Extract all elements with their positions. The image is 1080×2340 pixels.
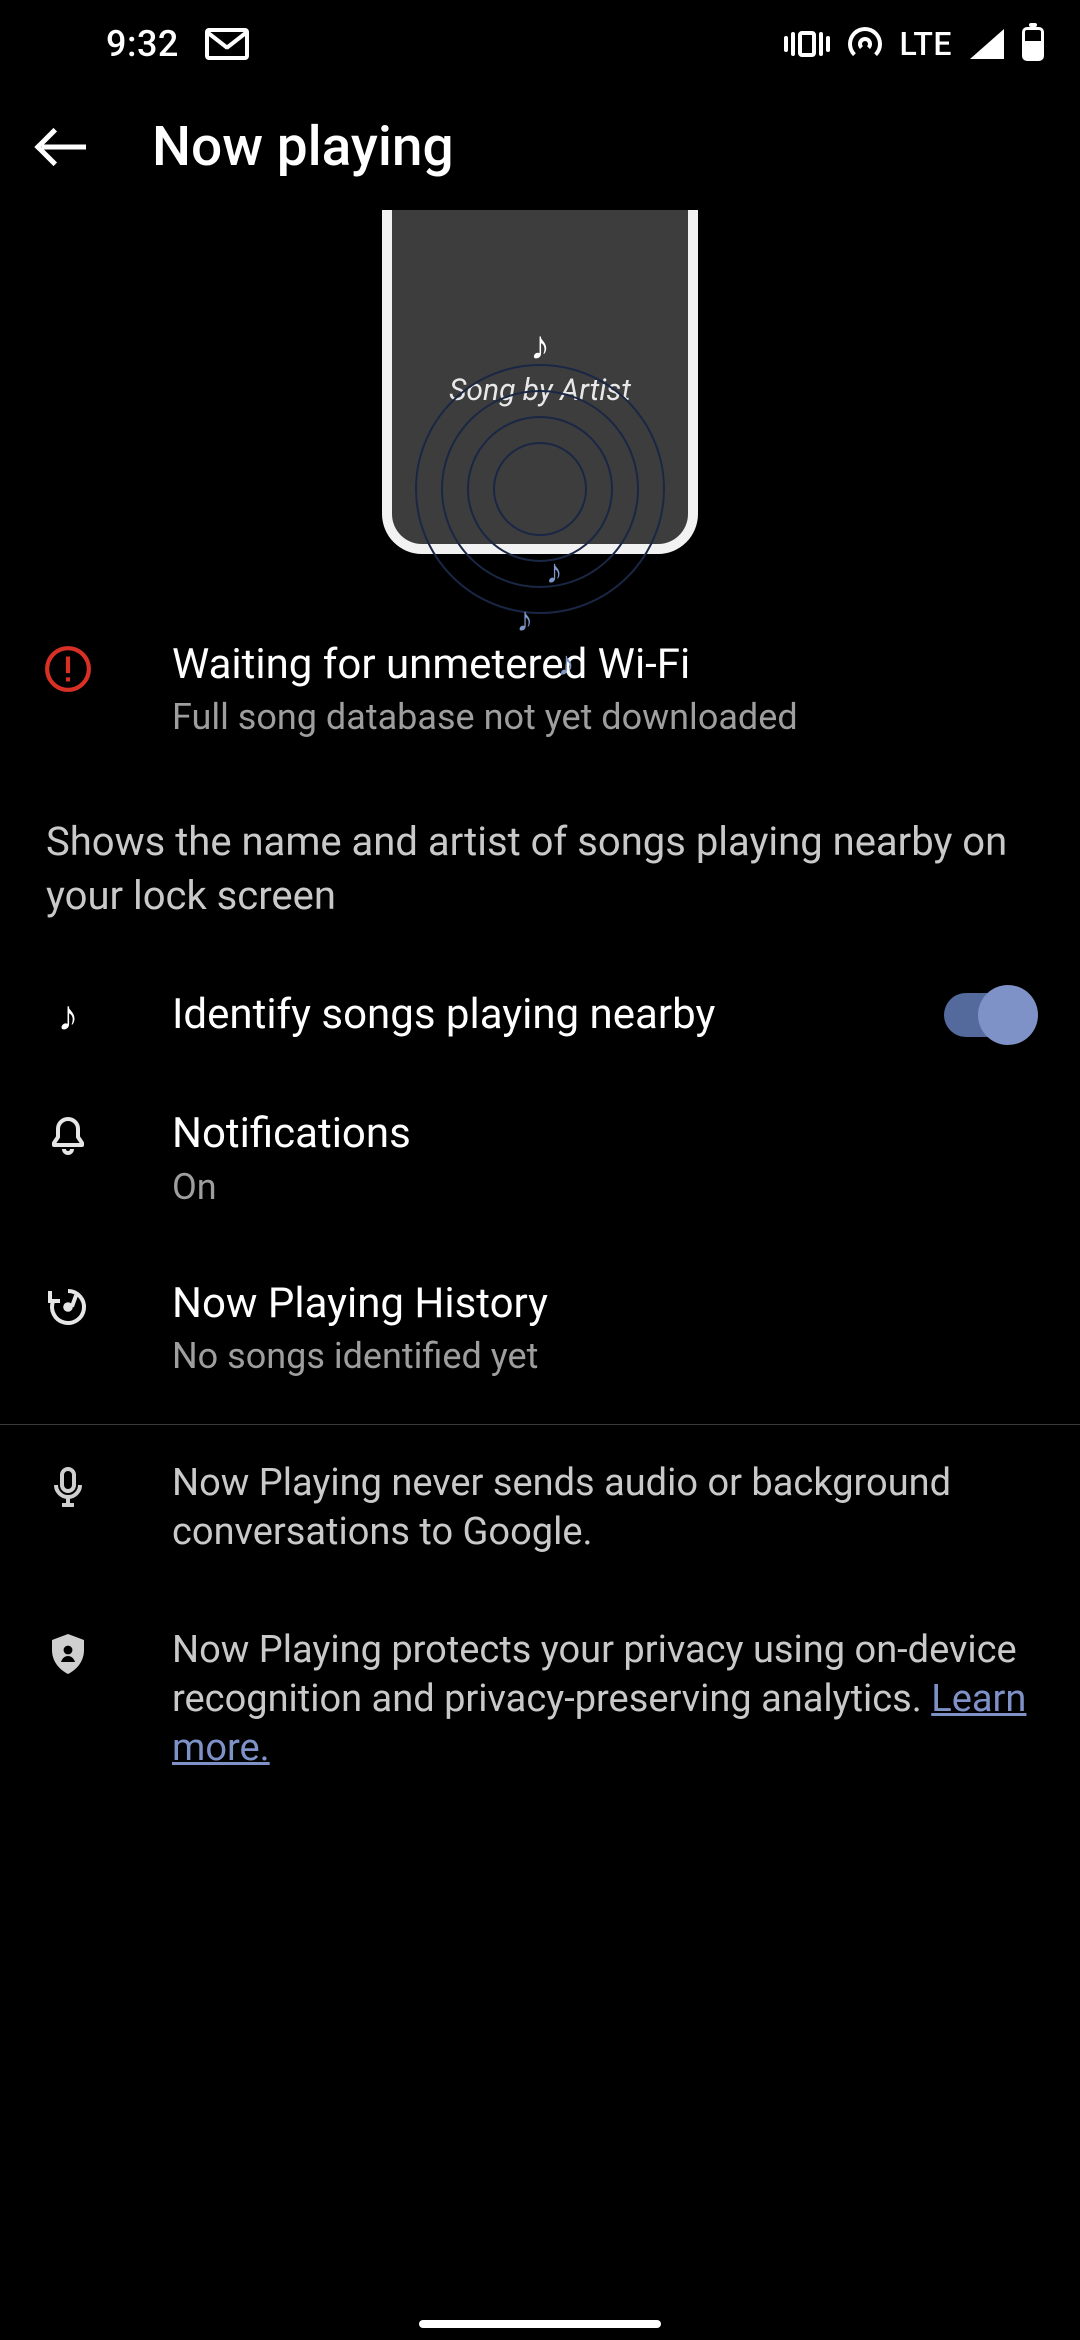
info-privacy-row: Now Playing protects your privacy using … (0, 1592, 1080, 1808)
info-audio-text: Now Playing never sends audio or backgro… (172, 1459, 1034, 1558)
info-privacy-prefix: Now Playing protects your privacy using … (172, 1628, 1017, 1721)
alert-subtitle: Full song database not yet downloaded (172, 694, 1034, 741)
identify-toggle[interactable] (944, 993, 1034, 1037)
history-icon (44, 1283, 92, 1331)
microphone-icon (44, 1463, 92, 1511)
alert-circle-icon (43, 644, 93, 694)
music-note-icon: ♪ (530, 322, 550, 369)
network-label: LTE (900, 25, 952, 63)
vibrate-icon (784, 31, 830, 57)
alert-title: Waiting for unmetered Wi-Fi (172, 640, 1034, 690)
identify-title: Identify songs playing nearby (172, 990, 876, 1040)
status-bar: 9:32 LTE (0, 0, 1080, 88)
navigation-bar (0, 2320, 1080, 2328)
hero-illustration: ♪ Song by Artist ♪ ♪ ♪ (0, 206, 1080, 574)
history-title: Now Playing History (172, 1279, 1034, 1329)
notifications-title: Notifications (172, 1109, 1034, 1159)
identify-songs-row[interactable]: ♪ Identify songs playing nearby (0, 954, 1080, 1075)
notifications-subtitle: On (172, 1164, 1034, 1211)
feature-description: Shows the name and artist of songs playi… (0, 775, 1080, 954)
history-subtitle: No songs identified yet (172, 1333, 1034, 1380)
music-note-icon: ♪ (58, 992, 79, 1041)
back-button[interactable] (36, 119, 92, 175)
gmail-notification-icon (205, 28, 249, 60)
notifications-row[interactable]: Notifications On (0, 1075, 1080, 1244)
page-title: Now playing (152, 115, 454, 179)
battery-icon (1022, 27, 1044, 61)
info-audio-row: Now Playing never sends audio or backgro… (0, 1425, 1080, 1592)
history-row[interactable]: Now Playing History No songs identified … (0, 1245, 1080, 1414)
status-time: 9:32 (106, 23, 179, 65)
hotspot-icon (848, 27, 882, 61)
hero-song-label: Song by Artist (449, 373, 631, 408)
bell-icon (44, 1113, 92, 1161)
wifi-alert-row: Waiting for unmetered Wi-Fi Full song da… (0, 574, 1080, 775)
info-privacy-text: Now Playing protects your privacy using … (172, 1626, 1034, 1774)
signal-icon (970, 29, 1004, 59)
nav-pill[interactable] (419, 2320, 661, 2328)
privacy-shield-icon (44, 1630, 92, 1678)
app-bar: Now playing (0, 88, 1080, 206)
